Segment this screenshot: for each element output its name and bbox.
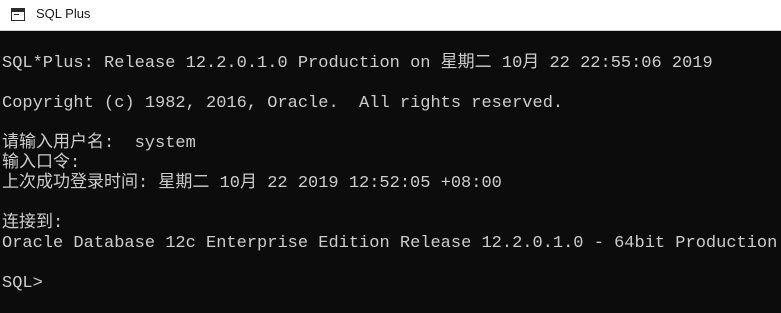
username-prompt-line: 请输入用户名: system xyxy=(2,134,196,153)
password-prompt-line: 输入口令: xyxy=(2,154,81,173)
console-window-icon[interactable] xyxy=(11,8,25,21)
sql-prompt-line[interactable]: SQL> xyxy=(2,274,43,294)
copyright-line: Copyright (c) 1982, 2016, Oracle. All ri… xyxy=(2,94,564,113)
last-login-line: 上次成功登录时间: 星期二 10月 22 2019 12:52:05 +08:0… xyxy=(2,174,502,193)
console-output[interactable]: SQL*Plus: Release 12.2.0.1.0 Production … xyxy=(0,31,781,313)
database-version-line: Oracle Database 12c Enterprise Edition R… xyxy=(2,234,778,253)
title-bar[interactable]: SQL Plus xyxy=(0,0,781,31)
connected-to-line: 连接到: xyxy=(2,214,64,233)
banner-line: SQL*Plus: Release 12.2.0.1.0 Production … xyxy=(2,54,713,73)
window-title: SQL Plus xyxy=(36,6,91,21)
sqlplus-window: SQL Plus SQL*Plus: Release 12.2.0.1.0 Pr… xyxy=(0,0,781,313)
